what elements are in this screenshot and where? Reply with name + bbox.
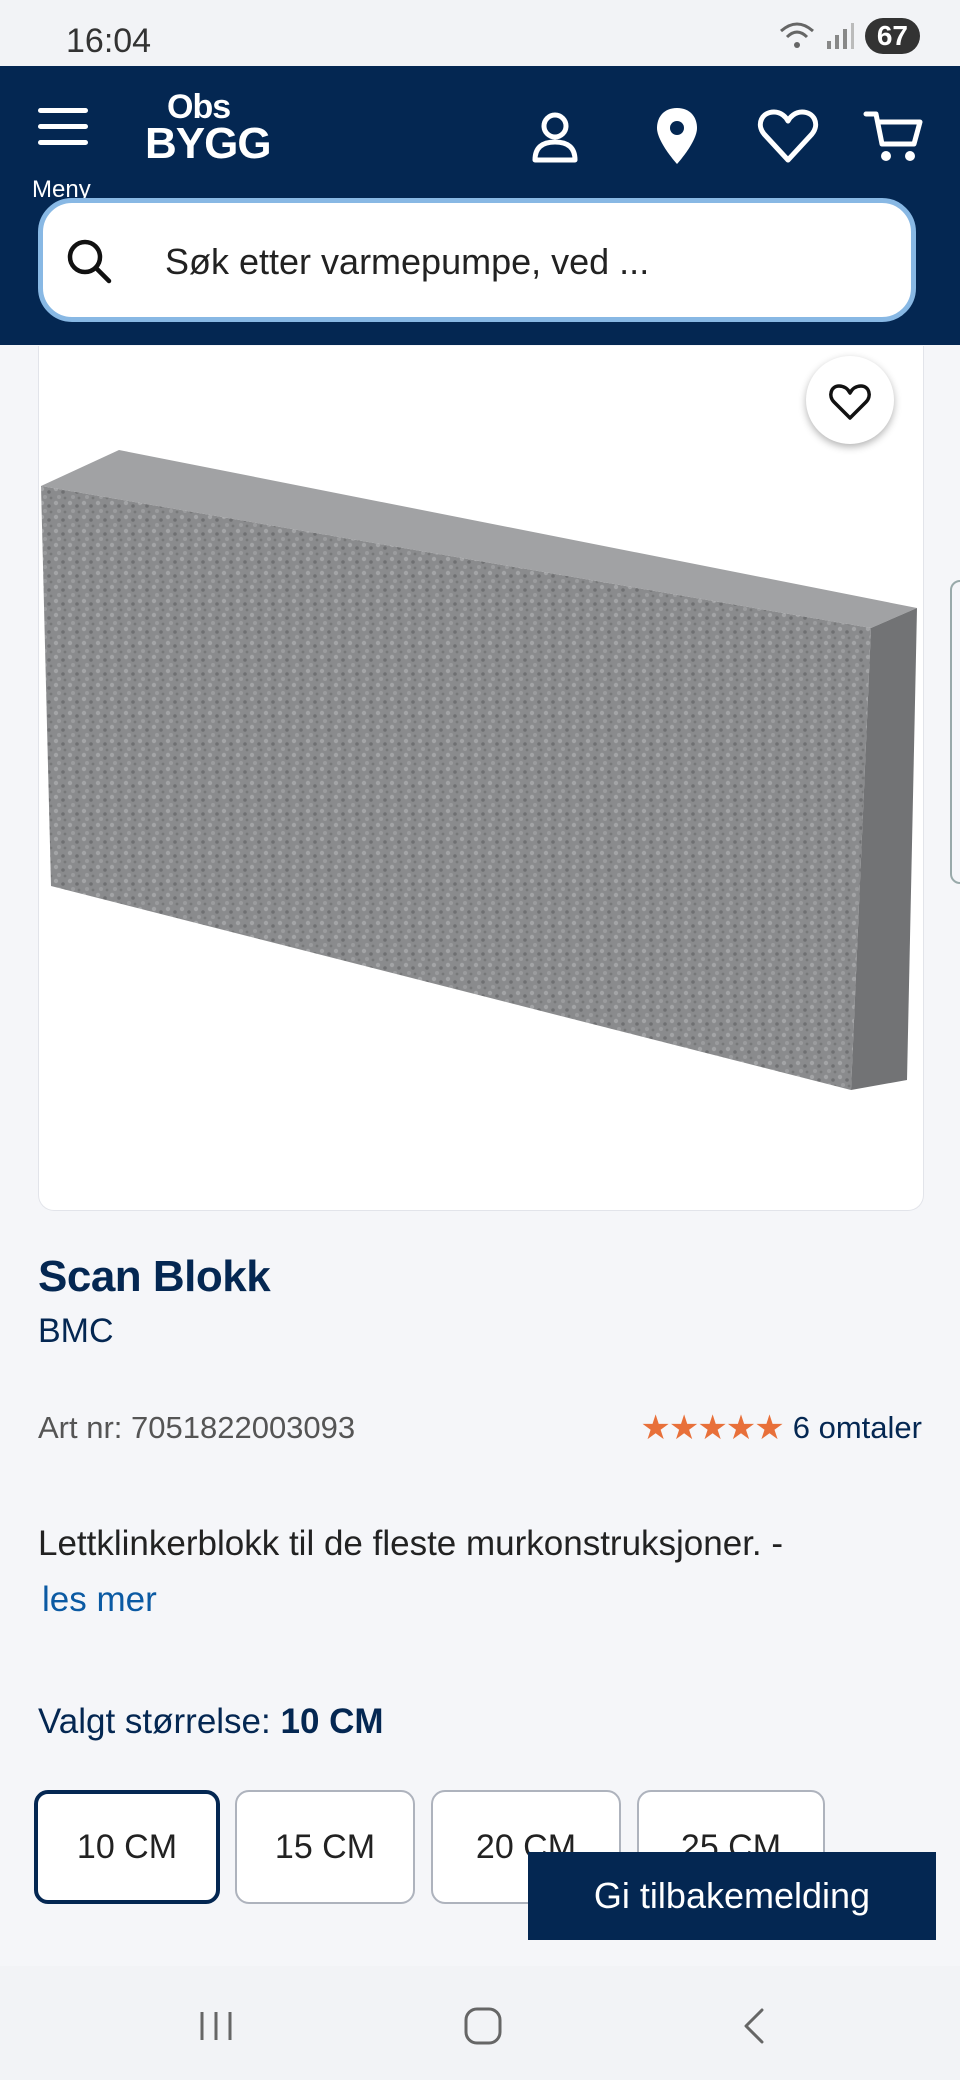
add-to-favorites-button[interactable] — [806, 356, 894, 444]
star-rating-icon: ★★★★★ — [640, 1409, 784, 1447]
selected-size: 10 CM — [280, 1702, 384, 1741]
search-icon — [67, 239, 112, 284]
recent-apps-icon[interactable] — [186, 1996, 246, 2056]
read-more-link[interactable]: les mer — [38, 1580, 157, 1619]
product-description: Lettklinkerblokk til de fleste murkonstr… — [38, 1516, 918, 1628]
article-number: Art nr: 7051822003093 — [38, 1410, 356, 1445]
product-title: Scan Blokk — [38, 1252, 271, 1301]
status-bar: 16:04 67 — [0, 0, 960, 66]
system-nav-bar — [0, 1966, 960, 2080]
wifi-icon — [779, 22, 814, 48]
heart-icon[interactable] — [756, 104, 820, 168]
account-icon[interactable] — [523, 104, 587, 168]
size-selection-label: Valgt størrelse: 10 CM — [38, 1702, 384, 1741]
home-icon[interactable] — [453, 1996, 513, 2056]
back-icon[interactable] — [724, 1996, 784, 2056]
site-header: Meny Obs BYGG — [0, 66, 960, 345]
reviews-link[interactable]: 6 omtaler — [793, 1410, 922, 1446]
feedback-button[interactable]: Gi tilbakemelding — [528, 1852, 936, 1940]
menu-button[interactable]: Meny — [32, 94, 102, 203]
status-time: 16:04 — [66, 22, 152, 60]
product-image — [41, 450, 917, 1090]
obs-bygg-logo[interactable]: Obs BYGG — [145, 90, 272, 166]
side-scroll-handle[interactable] — [950, 580, 960, 884]
search-input[interactable] — [163, 233, 867, 291]
size-option-15cm[interactable]: 15 CM — [235, 1790, 415, 1904]
description-text: Lettklinkerblokk til de fleste murkonstr… — [38, 1524, 784, 1563]
location-pin-icon[interactable] — [645, 104, 709, 168]
product-brand[interactable]: BMC — [38, 1312, 114, 1351]
size-option-10cm[interactable]: 10 CM — [34, 1790, 220, 1904]
product-rating[interactable]: ★★★★★ 6 omtaler — [640, 1408, 922, 1448]
status-icons: 67 — [779, 18, 920, 54]
search-bar[interactable] — [38, 198, 916, 322]
hamburger-icon — [38, 108, 88, 156]
product-image-card[interactable] — [38, 346, 924, 1211]
heart-icon — [829, 384, 871, 420]
battery-indicator: 67 — [864, 18, 920, 54]
signal-icon — [826, 23, 854, 49]
cart-icon[interactable] — [862, 104, 926, 168]
